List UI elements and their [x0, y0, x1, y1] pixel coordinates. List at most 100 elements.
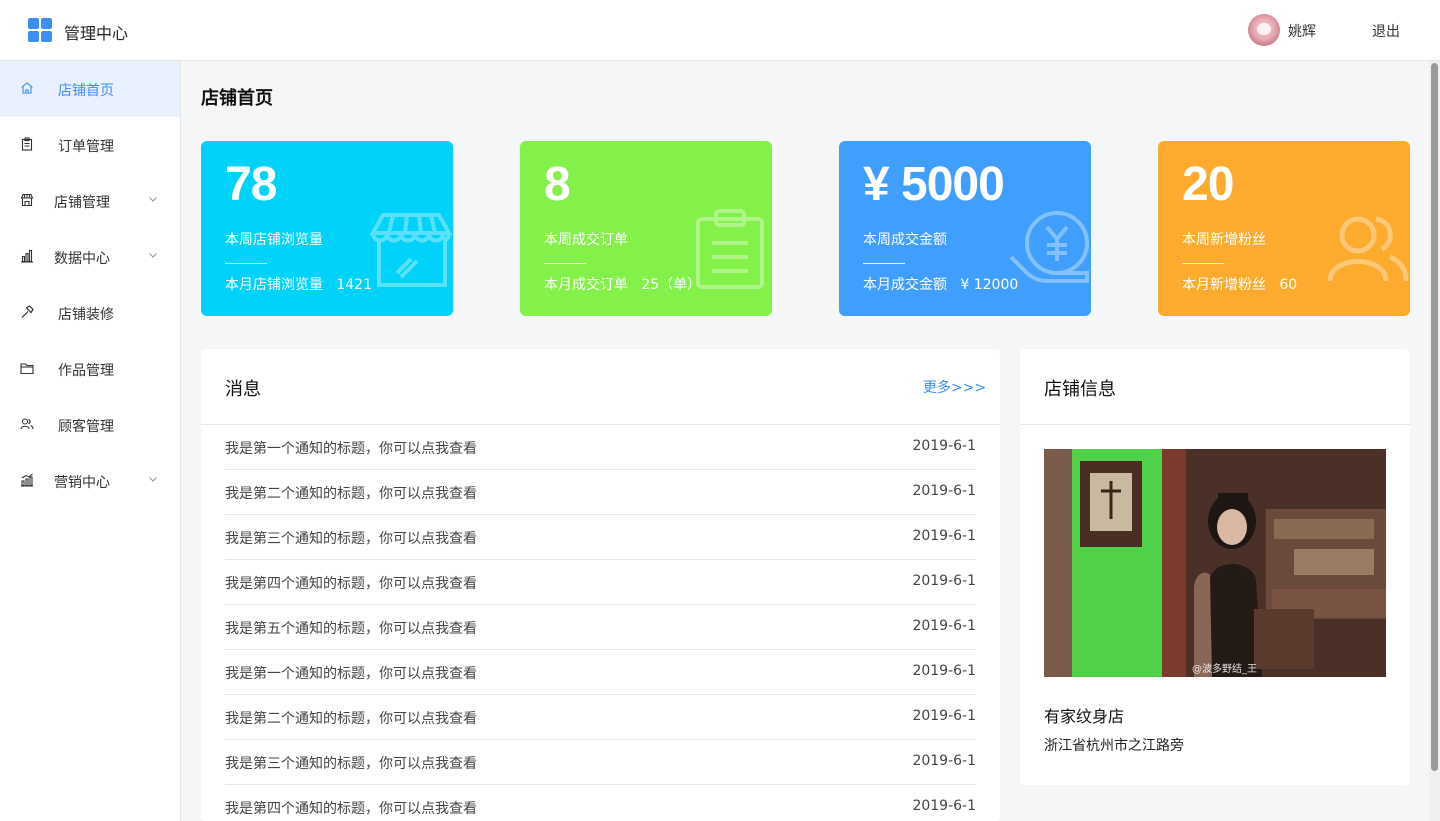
- stat-card-store-views[interactable]: 78 本周店铺浏览量 本月店铺浏览量 1421: [201, 141, 453, 316]
- messages-title: 消息: [225, 379, 261, 400]
- message-date: 2019-6-1: [912, 573, 976, 589]
- stat-card-weekly-revenue[interactable]: ¥ 5000 本周成交金额 本月成交金额 ¥ 12000: [839, 141, 1091, 316]
- message-title: 我是第四个通知的标题，你可以点我查看: [225, 801, 477, 817]
- avatar[interactable]: [1248, 14, 1280, 46]
- stat-value: 78: [225, 158, 277, 211]
- message-row[interactable]: 我是第一个通知的标题，你可以点我查看 2019-6-1: [225, 425, 976, 470]
- grid-logo-icon: [28, 18, 52, 42]
- app-title: 管理中心: [64, 24, 129, 43]
- sidebar-item-label: 店铺首页: [58, 83, 114, 99]
- sidebar-item-store-management[interactable]: 店铺管理: [0, 173, 180, 229]
- message-date: 2019-6-1: [912, 798, 976, 814]
- sidebar-item-label: 作品管理: [58, 363, 114, 379]
- divider: [863, 263, 905, 264]
- users-icon: [1327, 216, 1409, 282]
- message-date: 2019-6-1: [912, 753, 976, 769]
- message-title: 我是第二个通知的标题，你可以点我查看: [225, 711, 477, 727]
- photo-watermark: @波多野结_王: [1192, 664, 1257, 675]
- message-row[interactable]: 我是第四个通知的标题，你可以点我查看 2019-6-1: [225, 560, 976, 605]
- store-icon: [369, 213, 453, 287]
- sidebar-item-label: 店铺管理: [54, 195, 110, 211]
- message-date: 2019-6-1: [912, 618, 976, 634]
- stat-month-label: 本月新增粉丝: [1182, 277, 1266, 293]
- stat-card-weekly-orders[interactable]: 8 本周成交订单 本月成交订单 25（单）: [520, 141, 772, 316]
- sidebar-item-marketing[interactable]: 营销中心: [0, 453, 180, 509]
- message-row[interactable]: 我是第四个通知的标题，你可以点我查看 2019-6-1: [225, 785, 976, 821]
- sidebar-item-works[interactable]: 作品管理: [0, 341, 180, 397]
- message-row[interactable]: 我是第一个通知的标题，你可以点我查看 2019-6-1: [225, 650, 976, 695]
- shop-photo: @波多野结_王: [1044, 449, 1386, 677]
- sidebar-item-label: 数据中心: [54, 251, 110, 267]
- message-date: 2019-6-1: [912, 528, 976, 544]
- stat-month: 本月店铺浏览量 1421: [225, 274, 372, 294]
- message-title: 我是第五个通知的标题，你可以点我查看: [225, 621, 477, 637]
- sidebar-item-store-decoration[interactable]: 店铺装修: [0, 285, 180, 341]
- hammer-icon: [21, 305, 34, 318]
- message-title: 我是第二个通知的标题，你可以点我查看: [225, 486, 477, 502]
- shop-address: 浙江省杭州市之江路旁: [1044, 738, 1184, 754]
- divider: [225, 263, 267, 264]
- stat-month: 本月新增粉丝 60: [1182, 274, 1297, 294]
- chevron-down-icon: [149, 477, 157, 482]
- sidebar-item-label: 营销中心: [54, 475, 110, 491]
- stat-month-value: 1421: [336, 277, 372, 293]
- growth-chart-icon: [21, 473, 33, 487]
- message-date: 2019-6-1: [912, 663, 976, 679]
- message-row[interactable]: 我是第三个通知的标题，你可以点我查看 2019-6-1: [225, 515, 976, 560]
- stat-week-label: 本周新增粉丝: [1182, 232, 1266, 248]
- sidebar: 店铺首页 订单管理 店铺管理 数据中心 店铺装修 作品管理 顾客管理 营销中心: [0, 61, 181, 821]
- shop-info-panel: 店铺信息 @波多野结_王 有家纹身店 浙江省杭州市之江路旁: [1020, 349, 1410, 785]
- folder-icon: [20, 363, 34, 375]
- sidebar-item-label: 店铺装修: [58, 307, 114, 323]
- message-row[interactable]: 我是第二个通知的标题，你可以点我查看 2019-6-1: [225, 470, 976, 515]
- divider: [1182, 263, 1224, 264]
- stat-month-value: 60: [1279, 277, 1298, 293]
- message-title: 我是第三个通知的标题，你可以点我查看: [225, 531, 477, 547]
- bar-chart-icon: [21, 249, 33, 263]
- stat-week-label: 本周成交订单: [544, 232, 628, 248]
- shop-name: 有家纹身店: [1044, 707, 1125, 726]
- stat-value: 8: [544, 158, 571, 211]
- money-hand-icon: [1009, 211, 1089, 283]
- sidebar-item-customers[interactable]: 顾客管理: [0, 397, 180, 453]
- stat-month: 本月成交订单 25（单）: [544, 274, 701, 294]
- stat-value: 20: [1182, 158, 1234, 211]
- messages-panel: 消息 更多>>> 我是第一个通知的标题，你可以点我查看 2019-6-1 我是第…: [201, 349, 1000, 821]
- sidebar-item-orders[interactable]: 订单管理: [0, 117, 180, 173]
- message-title: 我是第四个通知的标题，你可以点我查看: [225, 576, 477, 592]
- message-title: 我是第三个通知的标题，你可以点我查看: [225, 756, 477, 772]
- page-title: 店铺首页: [201, 88, 273, 109]
- shop-photo-illustration: [1044, 449, 1386, 677]
- top-header: 管理中心 姚辉 退出: [0, 0, 1440, 61]
- sidebar-item-label: 顾客管理: [58, 419, 114, 435]
- clipboard-icon: [696, 209, 764, 289]
- username[interactable]: 姚辉: [1288, 21, 1316, 41]
- message-row[interactable]: 我是第三个通知的标题，你可以点我查看 2019-6-1: [225, 740, 976, 785]
- chevron-down-icon: [149, 253, 157, 258]
- stat-month-label: 本月店铺浏览量: [225, 277, 323, 293]
- stat-month-label: 本月成交订单: [544, 277, 628, 293]
- sidebar-item-data-center[interactable]: 数据中心: [0, 229, 180, 285]
- store-icon: [20, 193, 34, 207]
- message-date: 2019-6-1: [912, 708, 976, 724]
- vertical-scrollbar[interactable]: [1429, 61, 1440, 821]
- clipboard-icon: [21, 137, 33, 151]
- message-title: 我是第一个通知的标题，你可以点我查看: [225, 441, 477, 457]
- logout-button[interactable]: 退出: [1372, 21, 1400, 41]
- sidebar-item-store-home[interactable]: 店铺首页: [0, 61, 180, 117]
- message-row[interactable]: 我是第五个通知的标题，你可以点我查看 2019-6-1: [225, 605, 976, 650]
- stat-month-label: 本月成交金额: [863, 277, 947, 293]
- more-link[interactable]: 更多>>>: [923, 377, 986, 397]
- message-row[interactable]: 我是第二个通知的标题，你可以点我查看 2019-6-1: [225, 695, 976, 740]
- stat-value: ¥ 5000: [863, 158, 1005, 211]
- stat-week-label: 本周成交金额: [863, 232, 947, 248]
- home-icon: [21, 82, 33, 94]
- scrollbar-thumb[interactable]: [1431, 63, 1438, 771]
- message-title: 我是第一个通知的标题，你可以点我查看: [225, 666, 477, 682]
- message-date: 2019-6-1: [912, 483, 976, 499]
- stat-month: 本月成交金额 ¥ 12000: [863, 274, 1018, 294]
- stat-card-new-followers[interactable]: 20 本周新增粉丝 本月新增粉丝 60: [1158, 141, 1410, 316]
- shop-info-title: 店铺信息: [1044, 379, 1116, 400]
- chevron-down-icon: [149, 197, 157, 202]
- message-date: 2019-6-1: [912, 438, 976, 454]
